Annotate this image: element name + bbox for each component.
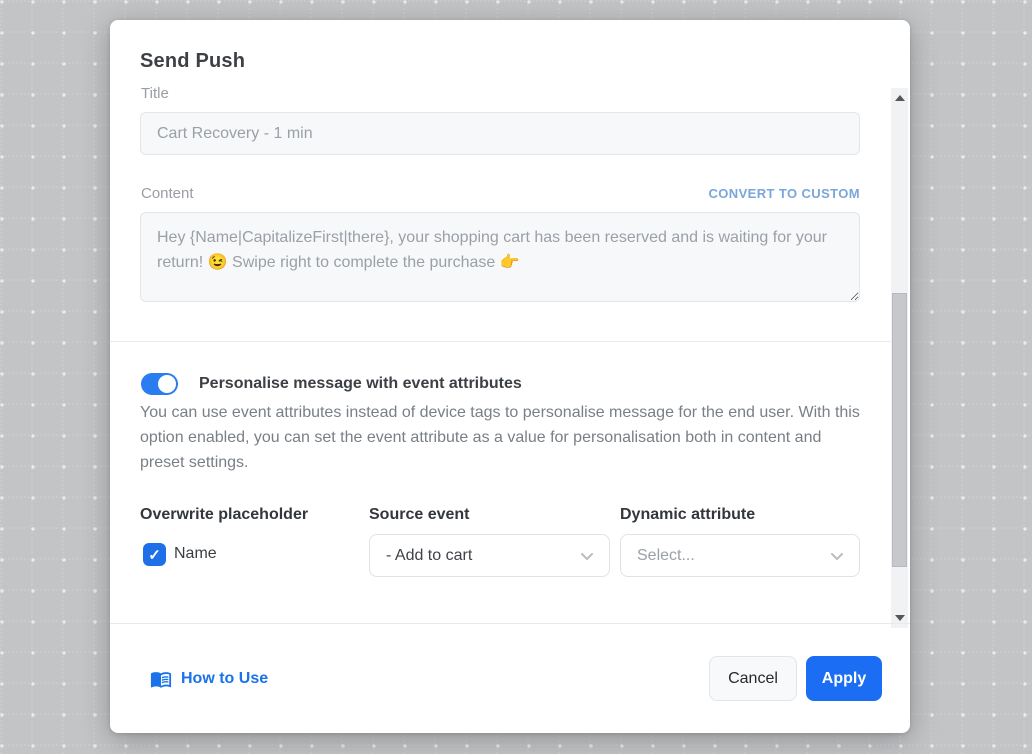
dialog-title: Send Push — [140, 50, 245, 73]
dialog-footer: How to Use Cancel Apply — [110, 624, 910, 733]
triangle-up-icon — [895, 95, 905, 101]
scroll-up-button[interactable] — [891, 90, 908, 106]
checkmark-icon: ✓ — [148, 546, 161, 564]
personalise-description: You can use event attributes instead of … — [140, 400, 866, 475]
chevron-down-icon — [829, 548, 845, 564]
how-to-use-link[interactable]: How to Use — [150, 668, 268, 690]
dynamic-attribute-select[interactable]: Select... — [620, 534, 860, 577]
personalise-toggle[interactable] — [141, 373, 178, 395]
chevron-down-icon — [579, 548, 595, 564]
source-event-header: Source event — [369, 506, 469, 524]
toggle-knob-icon — [158, 375, 176, 393]
dynamic-attribute-header: Dynamic attribute — [620, 506, 755, 524]
dynamic-attribute-value: Select... — [637, 547, 695, 565]
personalise-toggle-label: Personalise message with event attribute… — [199, 375, 522, 393]
source-event-value: - Add to cart — [386, 547, 472, 565]
title-input[interactable] — [140, 112, 860, 155]
send-push-dialog: Send Push Title Content CONVERT TO CUSTO… — [110, 20, 910, 733]
content-field-label: Content — [141, 185, 194, 202]
source-event-select[interactable]: - Add to cart — [369, 534, 610, 577]
scrollbar-thumb[interactable] — [892, 293, 907, 567]
triangle-down-icon — [895, 615, 905, 621]
name-checkbox-label: Name — [174, 545, 217, 563]
cancel-button[interactable]: Cancel — [709, 656, 797, 701]
title-field-label: Title — [141, 85, 169, 102]
convert-to-custom-link[interactable]: CONVERT TO CUSTOM — [709, 186, 861, 201]
name-checkbox[interactable]: ✓ — [143, 543, 166, 566]
overwrite-placeholder-header: Overwrite placeholder — [140, 506, 308, 524]
content-textarea[interactable]: Hey {Name|CapitalizeFirst|there}, your s… — [140, 212, 860, 302]
how-to-use-label: How to Use — [181, 670, 268, 688]
section-divider — [110, 341, 891, 342]
apply-button[interactable]: Apply — [806, 656, 882, 701]
dialog-scrollbar[interactable] — [891, 88, 908, 628]
book-icon — [150, 668, 172, 690]
